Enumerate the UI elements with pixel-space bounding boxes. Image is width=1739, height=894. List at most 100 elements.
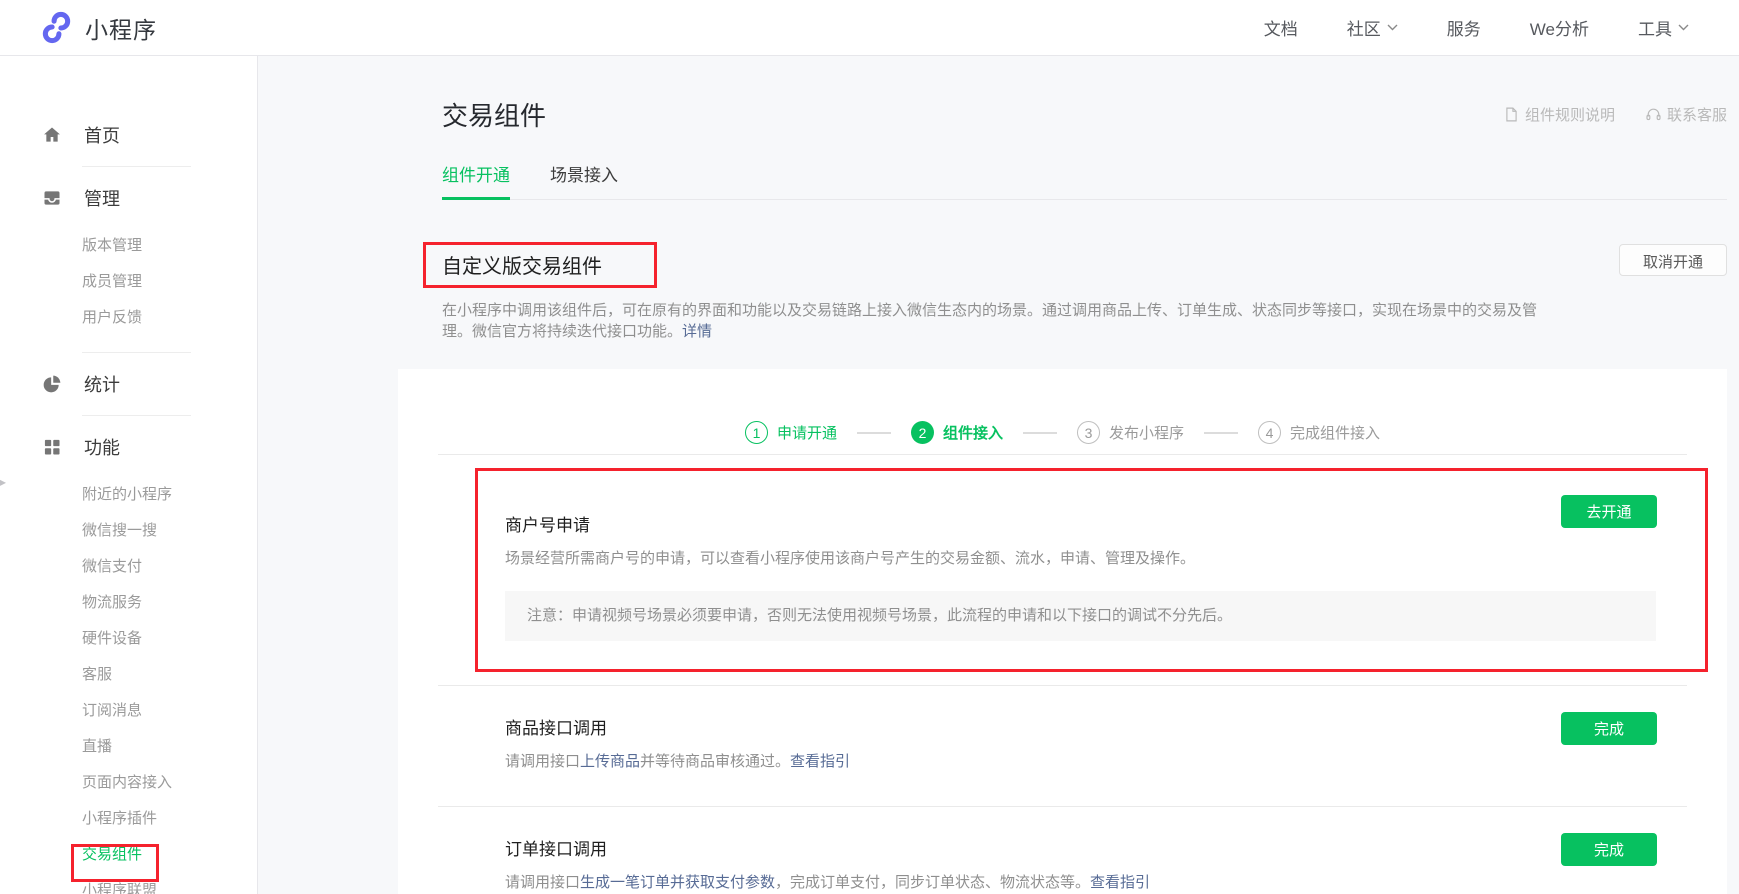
row-title: 商户号申请 <box>505 511 1507 536</box>
inbox-icon <box>42 188 62 208</box>
top-header: 小程序 文档 社区 服务 We分析 工具 <box>0 0 1739 56</box>
nav-item-services[interactable]: 服务 <box>1447 15 1481 40</box>
main-content: 交易组件 组件规则说明 联系客服 组件开通 场景接入 自定义版交易组件 取消开通 在… <box>258 56 1739 894</box>
sidebar-divider <box>82 166 191 167</box>
step-label: 申请开通 <box>777 422 837 443</box>
sidebar-item-version-manage[interactable]: 版本管理 <box>0 228 257 264</box>
step-number: 4 <box>1258 421 1281 444</box>
task-row-order-api-call: 订单接口调用请调用接口生成一笔订单并获取支付参数，完成订单支付，同步订单状态、物… <box>438 806 1687 894</box>
step-complete-access: 4 完成组件接入 <box>1258 421 1380 444</box>
step-number: 1 <box>745 421 768 444</box>
grid-icon <box>42 437 62 457</box>
step-connector <box>1204 432 1238 434</box>
step-component-access: 2 组件接入 <box>911 421 1003 444</box>
section-title-annotated: 自定义版交易组件 <box>423 242 657 288</box>
inline-link[interactable]: 查看指引 <box>790 753 850 770</box>
step-apply-activation: 1 申请开通 <box>745 421 837 444</box>
section-description-text: 在小程序中调用该组件后，可在原有的界面和功能以及交易链路上接入微信生态内的场景。… <box>442 302 1537 340</box>
row-description: 场景经营所需商户号的申请，可以查看小程序使用该商户号产生的交易金额、流水，申请、… <box>505 549 1507 569</box>
row-title: 商品接口调用 <box>505 714 1507 739</box>
page-title: 交易组件 <box>442 96 546 133</box>
task-row-merchant-account-application: 商户号申请场景经营所需商户号的申请，可以查看小程序使用该商户号产生的交易金额、流… <box>438 454 1687 685</box>
sidebar-item-miniprogram-union[interactable]: 小程序联盟 <box>0 873 257 894</box>
home-icon <box>42 125 62 145</box>
description-text: ，完成订单支付，同步订单状态、物流状态等。 <box>775 874 1090 891</box>
sidebar-item-customer-service[interactable]: 客服 <box>0 657 257 693</box>
sidebar-item-miniprogram-plugin[interactable]: 小程序插件 <box>0 801 257 837</box>
tab-scene-access[interactable]: 场景接入 <box>550 161 618 199</box>
step-label: 组件接入 <box>943 422 1003 443</box>
cancel-activation-button[interactable]: 取消开通 <box>1619 244 1727 276</box>
sidebar-item-nearby-miniprograms[interactable]: 附近的小程序 <box>0 477 257 513</box>
nav-item-label: We分析 <box>1530 15 1589 40</box>
chevron-down-icon <box>1387 24 1398 31</box>
sidebar: 首页管理版本管理成员管理用户反馈统计功能附近的小程序微信搜一搜微信支付物流服务硬… <box>0 56 258 894</box>
detail-link[interactable]: 详情 <box>682 323 712 340</box>
sidebar-item-live[interactable]: 直播 <box>0 729 257 765</box>
sidebar-divider <box>82 415 191 416</box>
tabs: 组件开通 场景接入 <box>442 161 1727 200</box>
sidebar-group-label: 管理 <box>84 185 120 211</box>
headset-icon <box>1645 106 1662 123</box>
sidebar-group-label: 首页 <box>84 122 120 148</box>
sidebar-item-hardware-device[interactable]: 硬件设备 <box>0 621 257 657</box>
logo-text: 小程序 <box>85 11 157 45</box>
nav-item-we-analytics[interactable]: We分析 <box>1530 15 1589 40</box>
document-icon <box>1503 106 1520 123</box>
sidebar-divider <box>82 352 191 353</box>
description-text: 请调用接口 <box>505 753 580 770</box>
nav-item-community[interactable]: 社区 <box>1347 15 1398 40</box>
sidebar-item-subscribe-message[interactable]: 订阅消息 <box>0 693 257 729</box>
nav-item-label: 工具 <box>1638 15 1672 40</box>
nav-item-docs[interactable]: 文档 <box>1264 15 1298 40</box>
section-description: 在小程序中调用该组件后，可在原有的界面和功能以及交易链路上接入微信生态内的场景。… <box>442 300 1542 342</box>
inline-link[interactable]: 生成一笔订单并获取支付参数 <box>580 874 775 891</box>
description-text: 并等待商品审核通过。 <box>640 753 790 770</box>
step-connector <box>857 432 891 434</box>
sidebar-item-user-feedback[interactable]: 用户反馈 <box>0 300 257 336</box>
sidebar-item-home[interactable]: 首页 <box>0 120 257 150</box>
contact-support-label: 联系客服 <box>1667 104 1727 125</box>
description-text: 请调用接口 <box>505 874 580 891</box>
miniprogram-logo-icon <box>40 11 73 44</box>
inline-link[interactable]: 查看指引 <box>1090 874 1150 891</box>
nav-item-label: 服务 <box>1447 15 1481 40</box>
component-rules-link[interactable]: 组件规则说明 <box>1503 104 1615 125</box>
sidebar-item-statistics[interactable]: 统计 <box>0 369 257 399</box>
contact-support-link[interactable]: 联系客服 <box>1645 104 1727 125</box>
annotation-box-row <box>475 468 1708 672</box>
row-title: 订单接口调用 <box>505 835 1507 860</box>
sidebar-item-features[interactable]: 功能 <box>0 432 257 462</box>
step-number: 3 <box>1077 421 1100 444</box>
sidebar-collapse-handle[interactable]: ▸ <box>0 472 6 492</box>
nav-item-label: 文档 <box>1264 15 1298 40</box>
sidebar-group-label: 功能 <box>84 434 120 460</box>
nav-item-tools[interactable]: 工具 <box>1638 15 1689 40</box>
tab-component-activation[interactable]: 组件开通 <box>442 161 510 199</box>
step-label: 完成组件接入 <box>1290 422 1380 443</box>
row-description: 请调用接口上传商品并等待商品审核通过。查看指引 <box>505 752 1507 772</box>
progress-stepper: 1 申请开通 2 组件接入 3发布小程序 4 完成组件接入 <box>438 369 1687 454</box>
inline-link[interactable]: 上传商品 <box>580 753 640 770</box>
row-action-button-order-api-call[interactable]: 完成 <box>1561 833 1657 866</box>
sidebar-item-wechat-pay[interactable]: 微信支付 <box>0 549 257 585</box>
sidebar-item-member-manage[interactable]: 成员管理 <box>0 264 257 300</box>
task-row-product-api-call: 商品接口调用请调用接口上传商品并等待商品审核通过。查看指引 完成 <box>438 685 1687 806</box>
sidebar-item-wechat-search[interactable]: 微信搜一搜 <box>0 513 257 549</box>
step-number: 2 <box>911 421 934 444</box>
row-action-button-product-api-call[interactable]: 完成 <box>1561 712 1657 745</box>
pie-chart-icon <box>42 374 62 394</box>
activation-card: 1 申请开通 2 组件接入 3发布小程序 4 完成组件接入 商户号申请场景经营所需商户号的申… <box>398 369 1727 894</box>
step-publish-miniprogram: 3发布小程序 <box>1077 421 1184 444</box>
sidebar-group-label: 统计 <box>84 371 120 397</box>
sidebar-item-manage[interactable]: 管理 <box>0 183 257 213</box>
miniprogram-logo[interactable]: 小程序 <box>40 11 157 45</box>
component-rules-label: 组件规则说明 <box>1525 104 1615 125</box>
sidebar-item-page-content-access[interactable]: 页面内容接入 <box>0 765 257 801</box>
sidebar-item-trade-components[interactable]: 交易组件 <box>0 837 257 873</box>
description-text: 场景经营所需商户号的申请，可以查看小程序使用该商户号产生的交易金额、流水，申请、… <box>505 550 1195 567</box>
row-description: 请调用接口生成一笔订单并获取支付参数，完成订单支付，同步订单状态、物流状态等。查… <box>505 873 1507 893</box>
row-action-button-merchant-account-application[interactable]: 去开通 <box>1561 495 1657 528</box>
sidebar-item-logistics-service[interactable]: 物流服务 <box>0 585 257 621</box>
top-nav: 文档 社区 服务 We分析 工具 <box>1264 15 1689 40</box>
